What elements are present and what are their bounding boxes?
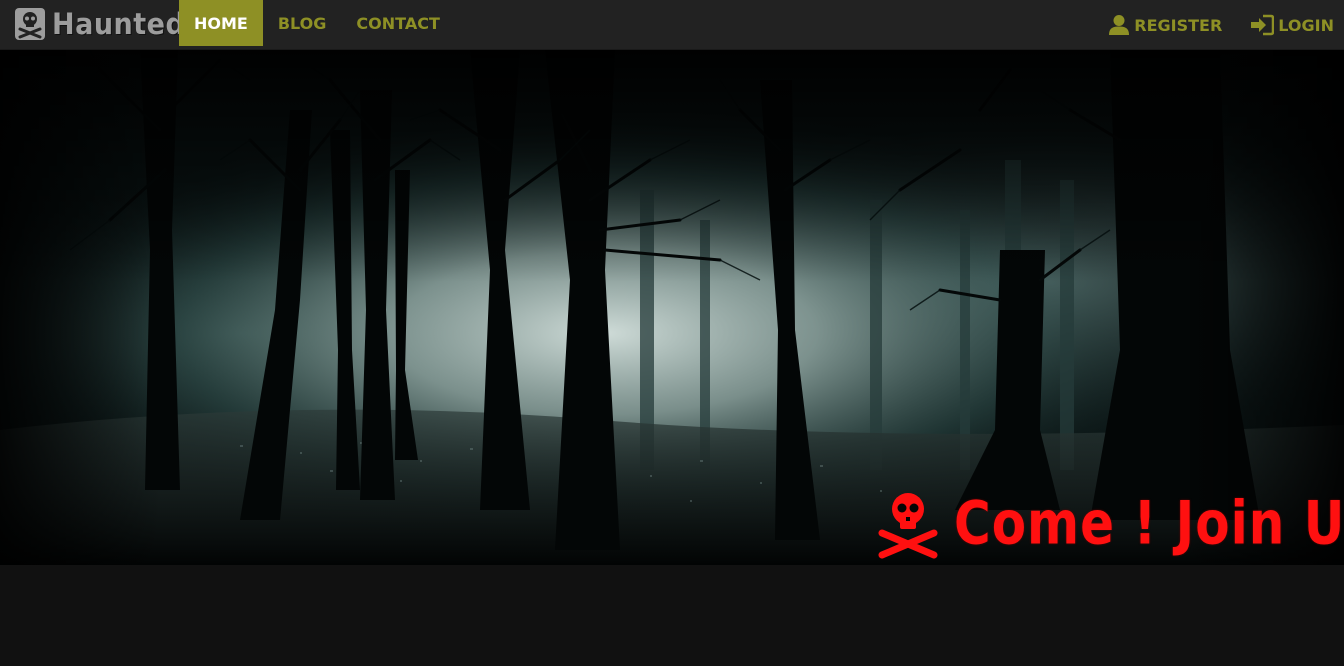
register-label: Register	[1134, 15, 1223, 35]
main-nav: Home Blog Contact	[179, 0, 455, 46]
login-icon	[1251, 14, 1275, 36]
nav-blog-link[interactable]: Blog	[263, 0, 342, 46]
hero-banner: Come ! Join Us!	[0, 50, 1344, 565]
account-nav: Register Login	[1080, 0, 1334, 50]
login-label: Login	[1278, 15, 1334, 35]
page-background	[0, 565, 1344, 666]
brand-link[interactable]: Haunted	[14, 6, 185, 42]
brand-name: Haunted	[52, 6, 186, 42]
user-icon	[1109, 15, 1130, 35]
nav-home-link[interactable]: Home	[179, 0, 263, 46]
navbar: Haunted Home Blog Contact Register Login	[0, 0, 1344, 50]
join-us-cta[interactable]: Come ! Join Us!	[876, 487, 1344, 559]
skull-crossbones-icon	[15, 8, 45, 40]
join-us-text: Come ! Join Us!	[954, 488, 1344, 558]
login-link[interactable]: Login	[1250, 14, 1334, 36]
nav-contact-link[interactable]: Contact	[341, 0, 454, 46]
register-link[interactable]: Register	[1108, 14, 1222, 36]
skull-crossbones-icon	[878, 493, 938, 559]
